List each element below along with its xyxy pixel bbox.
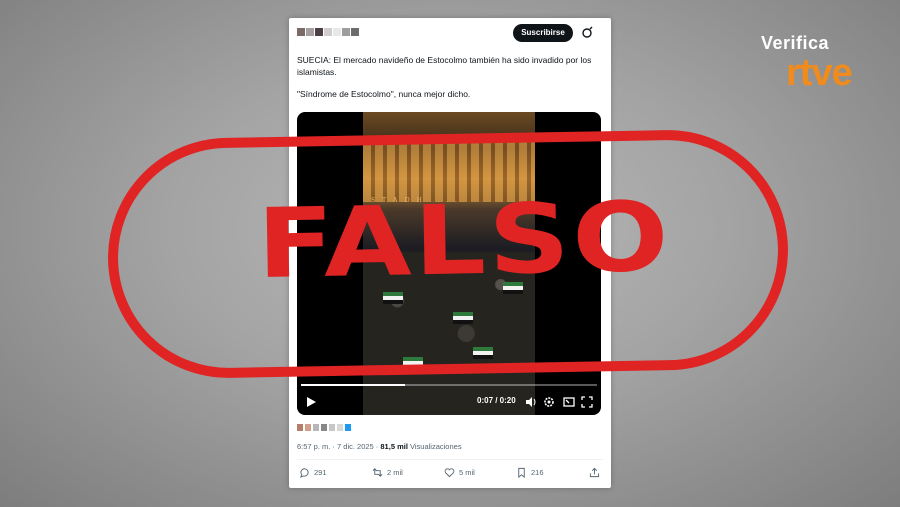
bookmark-button[interactable]: 216	[516, 467, 544, 478]
flag	[403, 357, 423, 369]
tweet-text-line-1: SUECIA: El mercado navideño de Estocolmo…	[297, 55, 592, 77]
flag	[453, 312, 473, 324]
reply-icon	[300, 468, 309, 478]
reply-count: 291	[314, 468, 327, 477]
video-sign-text: STADH ...	[371, 196, 464, 204]
pixel-block	[321, 424, 327, 431]
video-player[interactable]: STADH ... 0:07 / 0:20	[297, 112, 601, 415]
view-count: 81,5 mil	[380, 442, 408, 451]
fullscreen-icon[interactable]	[581, 396, 593, 408]
logo-rtve-text: rtve	[786, 52, 853, 94]
tweet-card: Suscribirse SUECIA: El mercado navideño …	[289, 18, 611, 488]
pixel-block	[297, 28, 305, 36]
like-count: 5 mil	[459, 468, 475, 477]
video-time: 0:07 / 0:20	[477, 396, 516, 405]
video-crowd	[363, 252, 535, 415]
bookmark-icon	[518, 467, 525, 478]
flag	[503, 282, 523, 294]
pixel-block	[337, 424, 343, 431]
logo-verifica-text: Verifica	[761, 33, 830, 53]
pixelated-author-name	[297, 28, 359, 36]
repost-button[interactable]: 2 mil	[372, 467, 403, 478]
pixel-block	[345, 424, 351, 431]
pixel-block	[313, 424, 319, 431]
pixel-block	[351, 28, 359, 36]
tweet-actions: 291 2 mil 5 mil 216	[297, 467, 603, 481]
pixel-block	[306, 28, 314, 36]
pixel-block	[342, 28, 350, 36]
share-icon	[589, 467, 600, 478]
flag	[473, 347, 493, 359]
pixelated-source	[297, 424, 351, 431]
pixel-block	[324, 28, 332, 36]
flag	[383, 292, 403, 304]
bookmark-count: 216	[531, 468, 544, 477]
video-progress-fill	[301, 384, 405, 386]
video-frame: STADH ...	[363, 112, 535, 415]
video-building	[363, 142, 535, 202]
share-button[interactable]	[589, 467, 600, 478]
heart-icon	[444, 468, 455, 478]
repost-count: 2 mil	[387, 468, 403, 477]
pixel-block	[305, 424, 311, 431]
divider	[297, 459, 603, 460]
picture-in-picture-icon[interactable]	[563, 396, 575, 408]
volume-icon[interactable]	[525, 396, 537, 408]
settings-gear-icon[interactable]	[543, 396, 555, 408]
play-icon[interactable]	[305, 396, 317, 408]
pixel-block	[333, 28, 341, 36]
like-button[interactable]: 5 mil	[444, 467, 475, 478]
video-controls: 0:07 / 0:20	[297, 394, 601, 410]
pixel-block	[315, 28, 323, 36]
tweet-timestamp[interactable]: 6:57 p. m. · 7 dic. 2025 ·	[297, 442, 380, 451]
view-label: Visualizaciones	[407, 442, 462, 451]
tweet-text-line-2: "Síndrome de Estocolmo", nunca mejor dic…	[297, 89, 471, 99]
pixel-block	[297, 424, 303, 431]
reply-button[interactable]: 291	[299, 467, 327, 478]
verifica-rtve-logo: Verifica rtve	[758, 32, 878, 104]
pixel-block	[329, 424, 335, 431]
video-progress-bar[interactable]	[301, 384, 597, 386]
subscribe-button[interactable]: Suscribirse	[513, 24, 573, 42]
grok-icon[interactable]	[579, 26, 595, 40]
tweet-text: SUECIA: El mercado navideño de Estocolmo…	[297, 54, 597, 110]
repost-icon	[372, 468, 383, 477]
tweet-meta: 6:57 p. m. · 7 dic. 2025 · 81,5 mil Visu…	[297, 442, 462, 451]
